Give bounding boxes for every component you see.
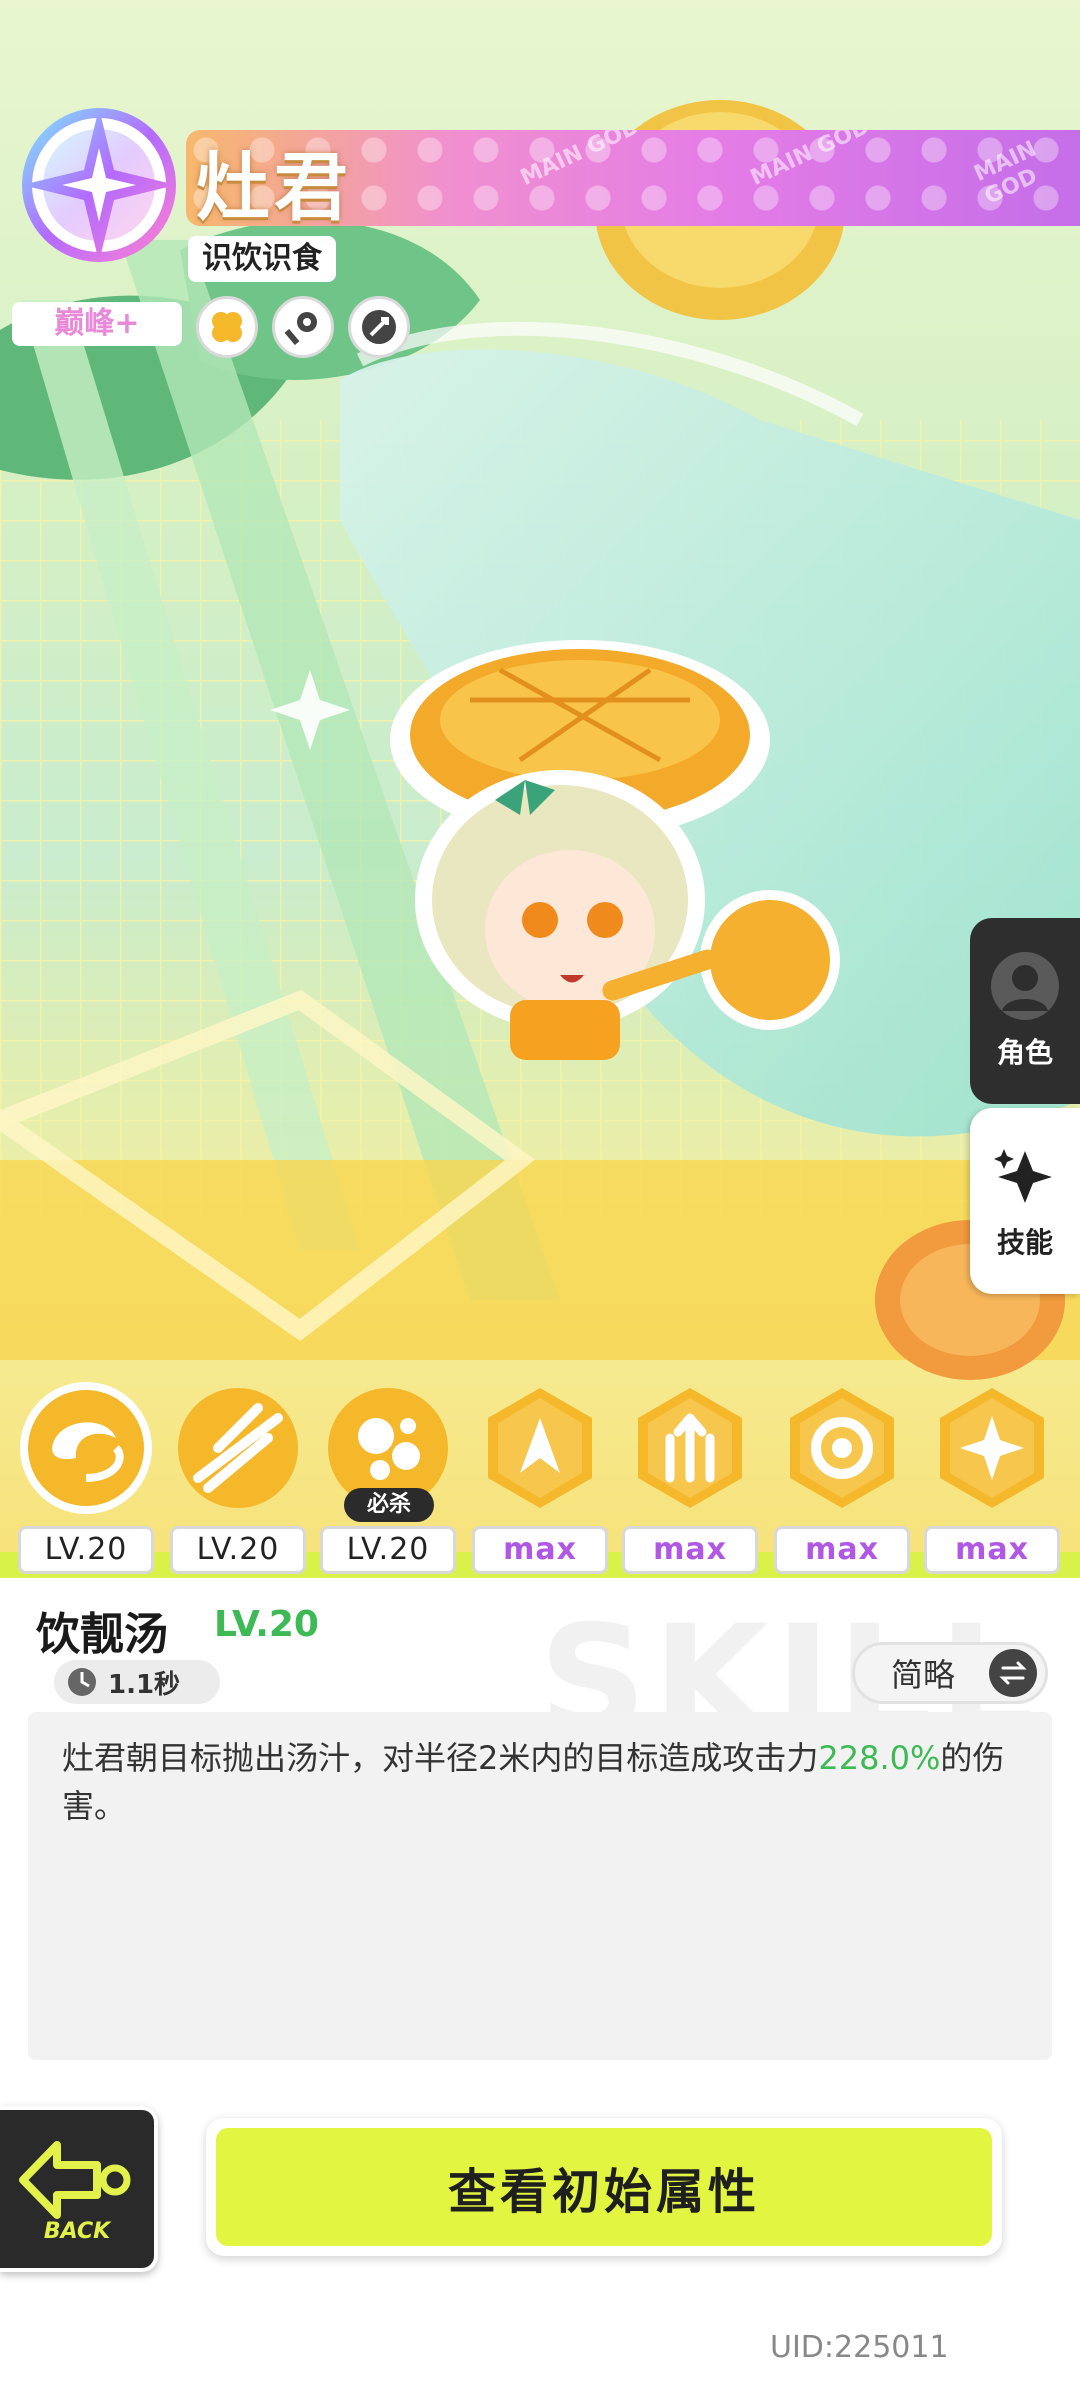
skill-level-tag-3: LV.20 (320, 1526, 456, 1574)
skill-level-tag-6: max (774, 1526, 910, 1574)
clover-icon[interactable] (196, 296, 258, 358)
ultimate-badge: 必杀 (344, 1488, 434, 1522)
cooldown-pill: 1.1秒 (54, 1660, 220, 1704)
back-arrow-icon (19, 2140, 131, 2219)
tab-character[interactable]: 角色 (970, 918, 1080, 1104)
skill-level-tag-5: max (622, 1526, 758, 1574)
user-id: UID:225011 (770, 2330, 949, 2365)
person-avatar-icon (991, 952, 1059, 1020)
skill-level-tag-1: LV.20 (18, 1526, 154, 1574)
rank-star-emblem-icon (14, 100, 184, 270)
description-text: 灶君朝目标抛出汤汁，对半径2米内的目标造成攻击力 (62, 1739, 819, 1777)
skill-name: 饮靓汤 (36, 1609, 168, 1660)
back-label: BACK (43, 2218, 111, 2244)
key-icon[interactable] (272, 296, 334, 358)
side-tab-bar: 角色 技能 (970, 918, 1080, 1294)
tab-character-label: 角色 (996, 1036, 1053, 1069)
slash-skill-icon[interactable] (168, 1378, 308, 1518)
clock-icon (68, 1668, 96, 1696)
brief-toggle-button[interactable]: 简略 (852, 1642, 1048, 1704)
swap-arrows-icon (989, 1649, 1037, 1697)
skill-level-tag-2: LV.20 (170, 1526, 306, 1574)
tab-skill-label: 技能 (996, 1226, 1053, 1259)
view-initial-attributes-label: 查看初始属性 (216, 2128, 992, 2246)
character-title: 识饮识食 (188, 236, 336, 282)
tab-skill[interactable]: 技能 (970, 1108, 1080, 1294)
brief-toggle-label: 简略 (891, 1656, 956, 1694)
back-button[interactable]: BACK (0, 2106, 158, 2272)
damage-percent: 228.0% (818, 1739, 941, 1777)
swirl-skill-icon[interactable] (16, 1378, 156, 1518)
rank-badge: 巅峰+ (12, 302, 182, 346)
flame-burst-icon[interactable] (470, 1378, 610, 1518)
cooldown-value: 1.1秒 (108, 1669, 181, 1700)
skill-description: 灶君朝目标抛出汤汁，对半径2米内的目标造成攻击力228.0%的伤害。 (28, 1712, 1052, 2060)
sparkle-star-icon (994, 1149, 1052, 1203)
skill-level: LV.20 (214, 1604, 319, 1645)
sword-badge-icon[interactable] (348, 296, 410, 358)
spin-star-icon[interactable] (922, 1378, 1062, 1518)
skill-level-tag-4: max (472, 1526, 608, 1574)
view-initial-attributes-button[interactable]: 查看初始属性 (206, 2118, 1002, 2256)
triple-arrow-icon[interactable] (620, 1378, 760, 1518)
character-name: 灶君 (196, 145, 352, 231)
vortex-icon[interactable] (772, 1378, 912, 1518)
skill-level-tag-7: max (924, 1526, 1060, 1574)
